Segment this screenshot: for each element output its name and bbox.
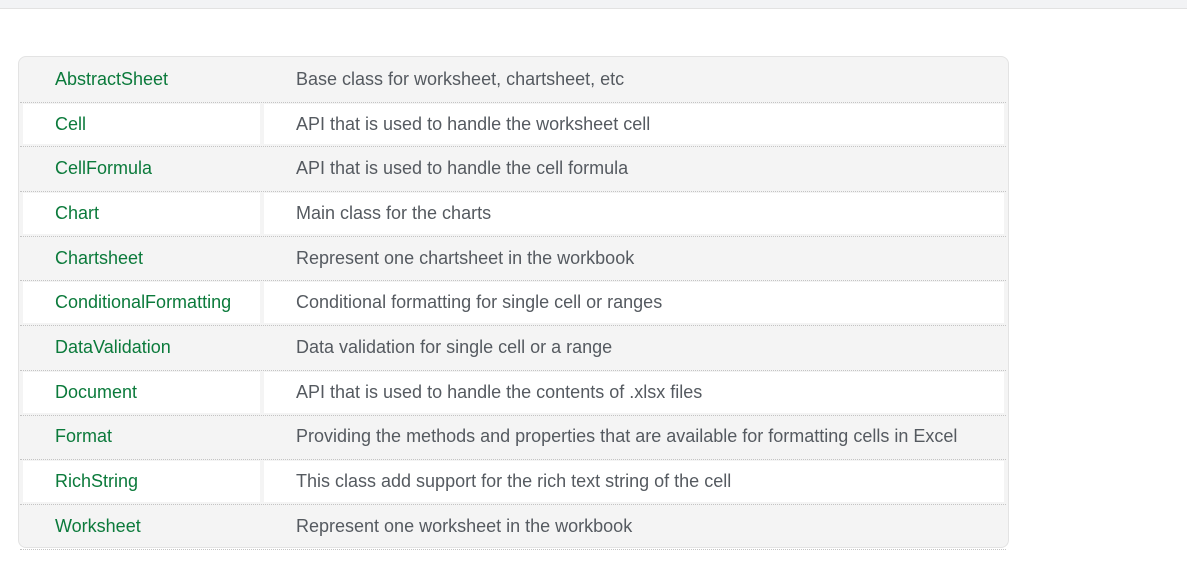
class-description: Main class for the charts	[264, 193, 1004, 234]
class-name-link[interactable]: Format	[23, 417, 260, 458]
table-row: Cell API that is used to handle the works…	[20, 103, 1006, 148]
class-name-link[interactable]: Worksheet	[23, 506, 260, 547]
class-name-link[interactable]: Cell	[23, 103, 260, 145]
class-name-link[interactable]: CellFormula	[23, 148, 260, 189]
class-name-link[interactable]: Document	[23, 371, 260, 413]
table-row: AbstractSheet Base class for worksheet, c…	[20, 58, 1006, 103]
table-row: Chartsheet Represent one chartsheet in th…	[20, 237, 1006, 282]
class-name-link[interactable]: Chartsheet	[23, 238, 260, 279]
table-row: DataValidation Data validation for single…	[20, 326, 1006, 371]
class-name-link[interactable]: ConditionalFormatting	[23, 282, 260, 324]
class-name-link[interactable]: DataValidation	[23, 327, 260, 368]
table-row: ConditionalFormatting Conditional formatt…	[20, 281, 1006, 327]
class-name-link[interactable]: RichString	[23, 461, 260, 502]
table-row: RichString This class add support for the…	[20, 460, 1006, 505]
class-description: API that is used to handle the contents …	[264, 371, 1004, 413]
class-name-link[interactable]: Chart	[23, 193, 260, 234]
top-bar	[0, 0, 1187, 9]
table-row: CellFormula API that is used to handle th…	[20, 147, 1006, 193]
class-description: Data validation for single cell or a ran…	[296, 336, 613, 357]
table-row: Document API that is used to handle the c…	[20, 371, 1006, 416]
class-description: Base class for worksheet, chartsheet, et…	[296, 68, 625, 89]
class-description: Represent one chartsheet in the workbook	[296, 247, 635, 268]
class-description: API that is used to handle the cell form…	[296, 158, 629, 179]
class-name-link[interactable]: AbstractSheet	[23, 59, 260, 100]
table-row: Worksheet Represent one worksheet in the …	[20, 505, 1006, 550]
class-table: AbstractSheet Base class for worksheet, c…	[18, 56, 1009, 550]
table-row: Chart Main class for the charts	[20, 192, 1006, 237]
class-description: This class add support for the rich text…	[264, 461, 1004, 502]
table-row: Format Providing the methods and properti…	[20, 416, 1006, 461]
class-description: Conditional formatting for single cell o…	[264, 282, 1004, 324]
class-description: API that is used to handle the worksheet…	[264, 103, 1004, 145]
class-description: Providing the methods and properties tha…	[296, 426, 958, 447]
class-description: Represent one worksheet in the workbook	[296, 515, 633, 536]
